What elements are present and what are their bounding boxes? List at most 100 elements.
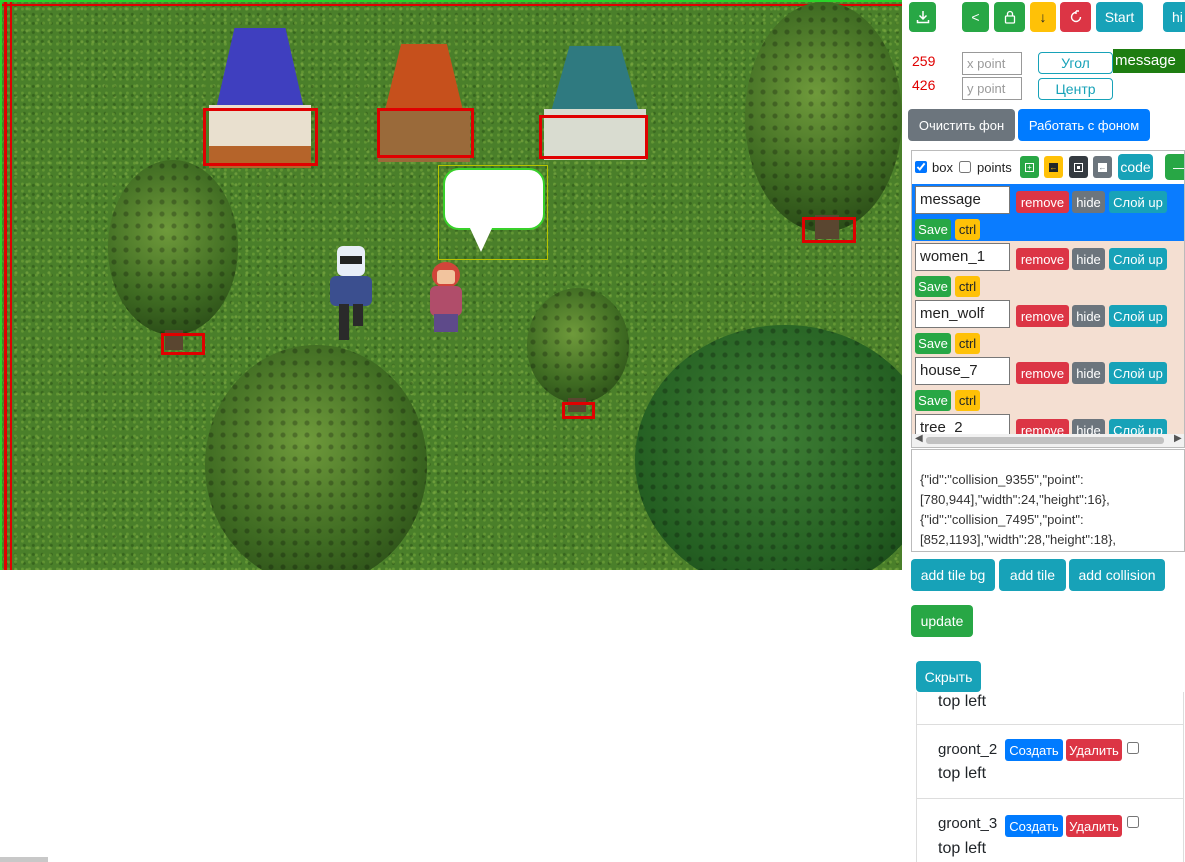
tree-top-right[interactable] xyxy=(745,2,902,232)
download-button[interactable] xyxy=(909,2,936,32)
layer-hide-button[interactable]: hide xyxy=(1072,191,1105,213)
map-border-left xyxy=(4,0,7,570)
speech-bubble-tail xyxy=(469,226,493,252)
layer-remove-button[interactable]: remove xyxy=(1016,248,1069,270)
character-woman[interactable] xyxy=(426,262,466,334)
tree-small-center[interactable] xyxy=(527,288,629,403)
refresh-icon xyxy=(1070,10,1081,23)
tree-bottom-center[interactable] xyxy=(205,345,427,570)
layer-save-button[interactable]: Save xyxy=(915,276,951,297)
add-tile-bg-button[interactable]: add tile bg xyxy=(911,559,995,591)
tile-checkbox[interactable] xyxy=(1127,742,1139,754)
layer-row-house-7[interactable]: house_7 remove hide Слой up Save ctrl xyxy=(912,355,1184,412)
collision-box-tree-small xyxy=(562,402,595,419)
tile-list-item: groont_2 Создать Удалить top left xyxy=(916,725,1184,799)
layer-ctrl-button[interactable]: ctrl xyxy=(955,276,980,297)
back-button[interactable]: < xyxy=(962,2,989,32)
game-canvas[interactable] xyxy=(0,0,902,570)
tile-create-button[interactable]: Создать xyxy=(1005,815,1063,837)
json-line: [780,944],"width":24,"height":16}, xyxy=(920,492,1110,507)
tile-name-label: groont_3 xyxy=(938,815,998,832)
layer-hide-button[interactable]: hide xyxy=(1072,305,1105,327)
layer-name-field[interactable]: house_7 xyxy=(915,357,1010,385)
points-label: points xyxy=(977,160,1012,175)
plus-square-icon: + xyxy=(1025,162,1034,172)
tree-left[interactable] xyxy=(108,160,238,335)
clear-background-button[interactable]: Очистить фон xyxy=(908,109,1015,141)
square-dark-button[interactable] xyxy=(1069,156,1088,178)
tile-delete-button[interactable]: Удалить xyxy=(1066,815,1122,837)
hide-tiles-button[interactable]: Скрыть xyxy=(916,661,981,692)
lock-button[interactable] xyxy=(994,2,1025,32)
add-tile-button[interactable]: add tile xyxy=(999,559,1066,591)
add-collision-button[interactable]: add collision xyxy=(1069,559,1165,591)
collapse-button[interactable]: — xyxy=(1165,154,1184,180)
json-line: [852,1193],"width":28,"height":18}, xyxy=(920,532,1117,547)
layer-save-button[interactable]: Save xyxy=(915,333,951,354)
collision-box-house-3 xyxy=(539,115,648,159)
layer-up-button[interactable]: Слой up xyxy=(1109,362,1167,384)
code-button[interactable]: code xyxy=(1118,154,1153,180)
tile-create-button[interactable]: Создать xyxy=(1005,739,1063,761)
layer-up-button[interactable]: Слой up xyxy=(1109,305,1167,327)
json-line: {"id":"collision_9355","point": xyxy=(920,472,1084,487)
download-icon xyxy=(916,11,929,24)
character-wolf-man[interactable] xyxy=(327,246,375,340)
tile-list-item: groont_3 Создать Удалить top left xyxy=(916,799,1184,862)
reset-button[interactable] xyxy=(1060,2,1091,32)
layer-up-button[interactable]: Слой up xyxy=(1109,191,1167,213)
layer-remove-button[interactable]: remove xyxy=(1016,191,1069,213)
work-with-background-button[interactable]: Работать с фоном xyxy=(1018,109,1150,141)
tile-delete-button[interactable]: Удалить xyxy=(1066,739,1122,761)
update-button[interactable]: update xyxy=(911,605,973,637)
tile-list-item: top left xyxy=(916,692,1184,725)
layers-horizontal-scrollbar[interactable]: ◀ ▶ xyxy=(912,433,1184,447)
hide-toolbar-button[interactable]: hi xyxy=(1163,2,1185,32)
speech-bubble[interactable] xyxy=(438,165,548,260)
layer-ctrl-button[interactable]: ctrl xyxy=(955,219,980,240)
speech-bubble-body xyxy=(443,168,545,230)
y-point-input[interactable] xyxy=(962,77,1022,100)
collision-box-tree-left xyxy=(161,333,205,355)
layer-hide-button[interactable]: hide xyxy=(1072,362,1105,384)
scroll-left-icon[interactable]: ◀ xyxy=(915,433,923,444)
layer-name-field[interactable]: women_1 xyxy=(915,243,1010,271)
box-checkbox[interactable] xyxy=(915,161,927,173)
scrollbar-thumb[interactable] xyxy=(926,437,1164,444)
json-line: {"id":"collision_7495","point": xyxy=(920,512,1084,527)
map-border-left-outer xyxy=(10,0,12,570)
collision-json-textarea[interactable]: {"id":"collision_9355","point": [780,944… xyxy=(911,449,1185,552)
layer-row-message[interactable]: message remove hide Слой up Save ctrl xyxy=(912,184,1184,241)
layer-hide-button[interactable]: hide xyxy=(1072,248,1105,270)
message-badge: message xyxy=(1113,49,1185,73)
start-button[interactable]: Start xyxy=(1096,2,1143,32)
scroll-right-icon[interactable]: ▶ xyxy=(1174,433,1182,444)
map-edge-top xyxy=(0,0,902,2)
layer-remove-button[interactable]: remove xyxy=(1016,362,1069,384)
collision-box-house-1 xyxy=(203,108,318,166)
layer-row-women-1[interactable]: women_1 remove hide Слой up Save ctrl xyxy=(912,241,1184,298)
arrow-left-gray-button[interactable]: ← xyxy=(1093,156,1112,178)
tile-name-label: groont_2 xyxy=(938,741,998,758)
add-point-button[interactable]: + xyxy=(1020,156,1039,178)
layer-save-button[interactable]: Save xyxy=(915,219,951,240)
arrow-left-yellow-button[interactable]: ← xyxy=(1044,156,1063,178)
layer-row-men-wolf[interactable]: men_wolf remove hide Слой up Save ctrl xyxy=(912,298,1184,355)
angle-button[interactable]: Угол xyxy=(1038,52,1113,74)
layer-ctrl-button[interactable]: ctrl xyxy=(955,390,980,411)
layer-ctrl-button[interactable]: ctrl xyxy=(955,333,980,354)
layer-remove-button[interactable]: remove xyxy=(1016,305,1069,327)
layer-save-button[interactable]: Save xyxy=(915,390,951,411)
x-point-input[interactable] xyxy=(962,52,1022,75)
dot-square-icon xyxy=(1074,162,1083,172)
map-edge-left xyxy=(0,0,2,570)
layers-panel[interactable]: box points + ← ← code — message remove h… xyxy=(911,150,1185,448)
tile-checkbox[interactable] xyxy=(1127,816,1139,828)
layer-name-field[interactable]: message xyxy=(915,186,1010,214)
move-down-button[interactable]: ↓ xyxy=(1030,2,1056,32)
tree-bottom-right-large[interactable] xyxy=(635,325,902,570)
layer-name-field[interactable]: men_wolf xyxy=(915,300,1010,328)
layer-up-button[interactable]: Слой up xyxy=(1109,248,1167,270)
center-button[interactable]: Центр xyxy=(1038,78,1113,100)
points-checkbox[interactable] xyxy=(959,161,971,173)
